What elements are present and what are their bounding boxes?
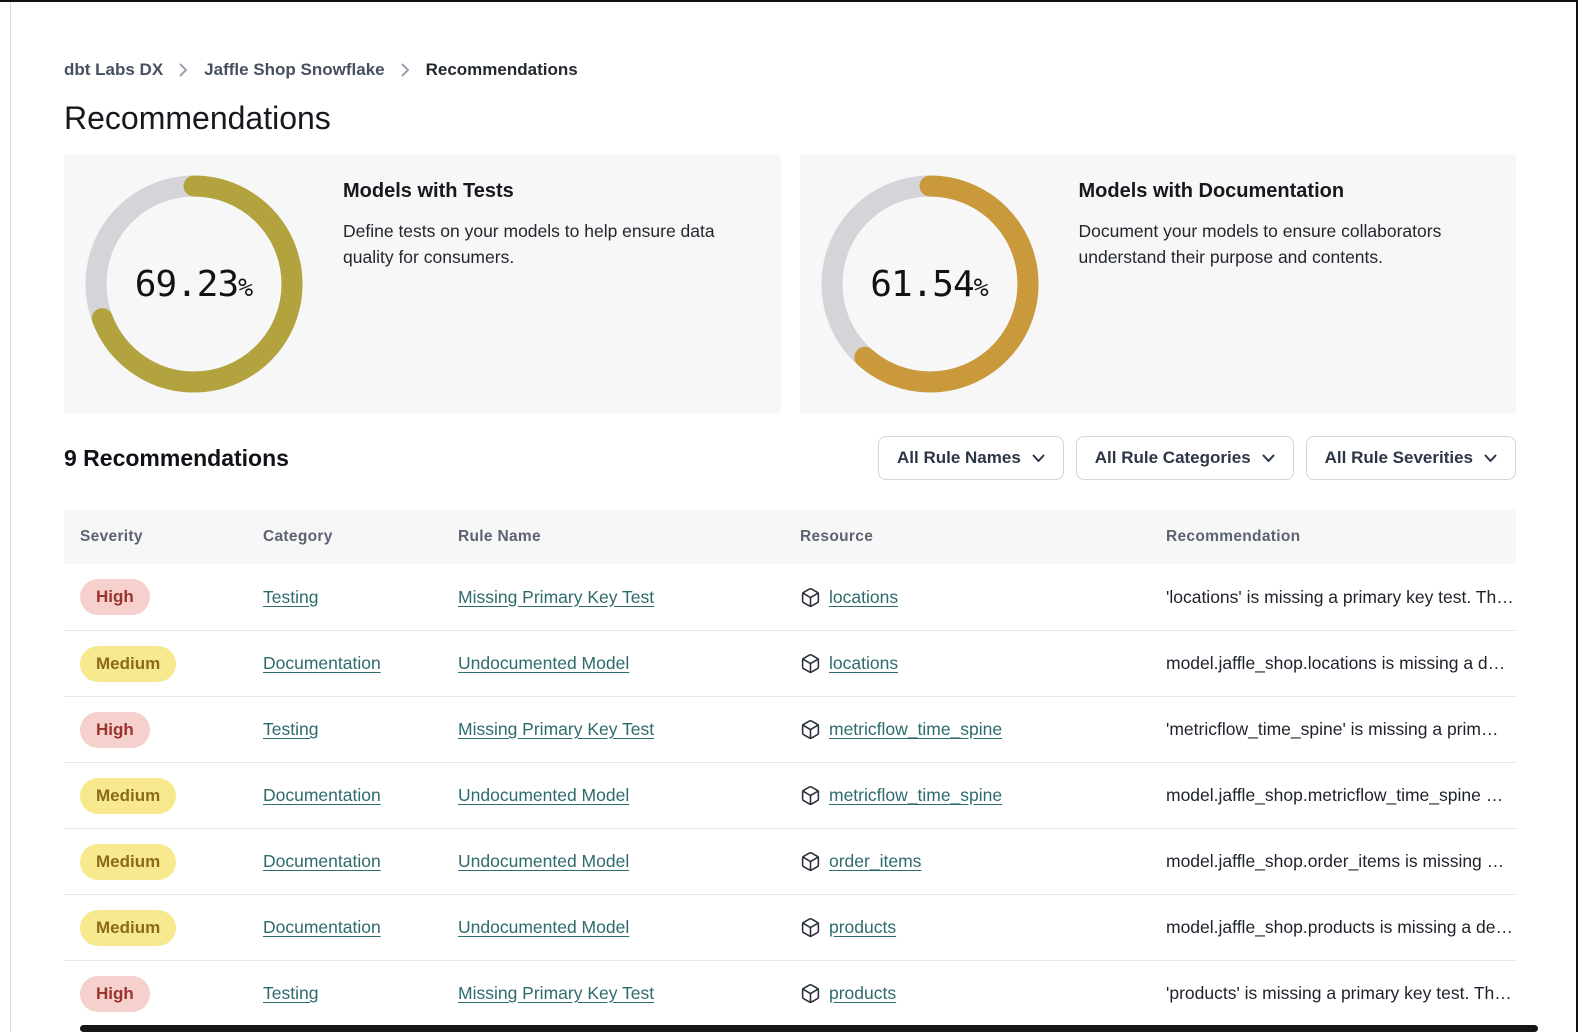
rule-name-link[interactable]: Missing Primary Key Test	[458, 983, 654, 1003]
category-link[interactable]: Documentation	[263, 653, 381, 673]
recommendation-text: 'metricflow_time_spine' is missing a pri…	[1166, 719, 1516, 740]
column-header-resource: Resource	[800, 528, 1166, 546]
page-title: Recommendations	[64, 98, 1516, 138]
left-panel-divider	[10, 2, 11, 1032]
table-row: Medium Documentation Undocumented Model …	[64, 630, 1516, 696]
severity-badge: High	[80, 579, 150, 615]
table-row: Medium Documentation Undocumented Model …	[64, 894, 1516, 960]
model-cube-icon	[800, 851, 821, 872]
column-header-category: Category	[263, 528, 458, 546]
breadcrumb-item-current: Recommendations	[426, 60, 578, 80]
resource-link[interactable]: metricflow_time_spine	[829, 785, 1002, 806]
model-cube-icon	[800, 653, 821, 674]
tests-percent-label: 69.23%	[85, 175, 303, 393]
chevron-down-icon	[1262, 454, 1275, 463]
model-cube-icon	[800, 917, 821, 938]
tests-donut-chart: 69.23%	[85, 175, 303, 393]
rule-name-link[interactable]: Undocumented Model	[458, 653, 629, 673]
card-title: Models with Documentation	[1079, 180, 1471, 203]
resource-link[interactable]: metricflow_time_spine	[829, 719, 1002, 740]
column-header-recommendation: Recommendation	[1166, 528, 1516, 546]
chevron-right-icon	[401, 63, 410, 77]
table-row: High Testing Missing Primary Key Test me…	[64, 696, 1516, 762]
card-description: Document your models to ensure collabora…	[1079, 218, 1471, 270]
resource-link[interactable]: products	[829, 983, 896, 1004]
filter-dropdown[interactable]: All Rule Names	[878, 436, 1064, 480]
card-description: Define tests on your models to help ensu…	[343, 218, 751, 270]
category-link[interactable]: Documentation	[263, 917, 381, 937]
documentation-donut-chart: 61.54%	[821, 175, 1039, 393]
table-row: High Testing Missing Primary Key Test lo…	[64, 564, 1516, 630]
severity-badge: Medium	[80, 910, 176, 946]
app-window: dbt Labs DX Jaffle Shop Snowflake Recomm…	[0, 0, 1578, 1032]
resource-link[interactable]: products	[829, 917, 896, 938]
models-with-tests-card: 69.23% Models with Tests Define tests on…	[64, 154, 781, 414]
chevron-down-icon	[1032, 454, 1045, 463]
severity-badge: Medium	[80, 778, 176, 814]
recommendation-text: model.jaffle_shop.products is missing a …	[1166, 917, 1516, 938]
table-row: High Testing Missing Primary Key Test pr…	[64, 960, 1516, 1026]
rule-name-link[interactable]: Missing Primary Key Test	[458, 587, 654, 607]
model-cube-icon	[800, 719, 821, 740]
breadcrumb-item-environment[interactable]: Jaffle Shop Snowflake	[204, 60, 384, 80]
table-body: High Testing Missing Primary Key Test lo…	[64, 564, 1516, 1026]
window-bottom-edge	[80, 1025, 1538, 1032]
column-header-rule-name: Rule Name	[458, 528, 800, 546]
rule-name-link[interactable]: Missing Primary Key Test	[458, 719, 654, 739]
resource-link[interactable]: order_items	[829, 851, 921, 872]
resource-link[interactable]: locations	[829, 587, 898, 608]
severity-badge: Medium	[80, 646, 176, 682]
recommendation-text: model.jaffle_shop.metricflow_time_spine …	[1166, 785, 1516, 806]
category-link[interactable]: Documentation	[263, 785, 381, 805]
recommendation-text: model.jaffle_shop.order_items is missing…	[1166, 851, 1516, 872]
resource-link[interactable]: locations	[829, 653, 898, 674]
table-row: Medium Documentation Undocumented Model …	[64, 762, 1516, 828]
documentation-percent-label: 61.54%	[821, 175, 1039, 393]
recommendations-toolbar: 9 Recommendations All Rule Names All Rul…	[64, 436, 1516, 480]
rule-name-link[interactable]: Undocumented Model	[458, 851, 629, 871]
severity-badge: High	[80, 976, 150, 1012]
table-row: Medium Documentation Undocumented Model …	[64, 828, 1516, 894]
rule-name-link[interactable]: Undocumented Model	[458, 785, 629, 805]
model-cube-icon	[800, 983, 821, 1004]
model-cube-icon	[800, 587, 821, 608]
column-header-severity: Severity	[80, 528, 263, 546]
filter-dropdown[interactable]: All Rule Categories	[1076, 436, 1294, 480]
models-with-documentation-card: 61.54% Models with Documentation Documen…	[800, 154, 1517, 414]
recommendations-table: Severity Category Rule Name Resource Rec…	[64, 510, 1516, 1026]
severity-badge: High	[80, 712, 150, 748]
table-header-row: Severity Category Rule Name Resource Rec…	[64, 510, 1516, 564]
recommendation-text: 'products' is missing a primary key test…	[1166, 983, 1516, 1004]
model-cube-icon	[800, 785, 821, 806]
category-link[interactable]: Testing	[263, 719, 318, 739]
card-title: Models with Tests	[343, 180, 751, 203]
filter-dropdown[interactable]: All Rule Severities	[1306, 436, 1516, 480]
category-link[interactable]: Documentation	[263, 851, 381, 871]
recommendation-text: 'locations' is missing a primary key tes…	[1166, 587, 1516, 608]
chevron-down-icon	[1484, 454, 1497, 463]
rule-name-link[interactable]: Undocumented Model	[458, 917, 629, 937]
recommendation-text: model.jaffle_shop.locations is missing a…	[1166, 653, 1516, 674]
breadcrumb: dbt Labs DX Jaffle Shop Snowflake Recomm…	[64, 2, 1516, 80]
metric-cards: 69.23% Models with Tests Define tests on…	[64, 154, 1516, 414]
main-content: dbt Labs DX Jaffle Shop Snowflake Recomm…	[64, 2, 1516, 1026]
category-link[interactable]: Testing	[263, 587, 318, 607]
severity-badge: Medium	[80, 844, 176, 880]
filter-buttons: All Rule Names All Rule Categories All R…	[878, 436, 1516, 480]
breadcrumb-item-project[interactable]: dbt Labs DX	[64, 60, 163, 80]
chevron-right-icon	[179, 63, 188, 77]
recommendations-count: 9 Recommendations	[64, 445, 289, 472]
category-link[interactable]: Testing	[263, 983, 318, 1003]
